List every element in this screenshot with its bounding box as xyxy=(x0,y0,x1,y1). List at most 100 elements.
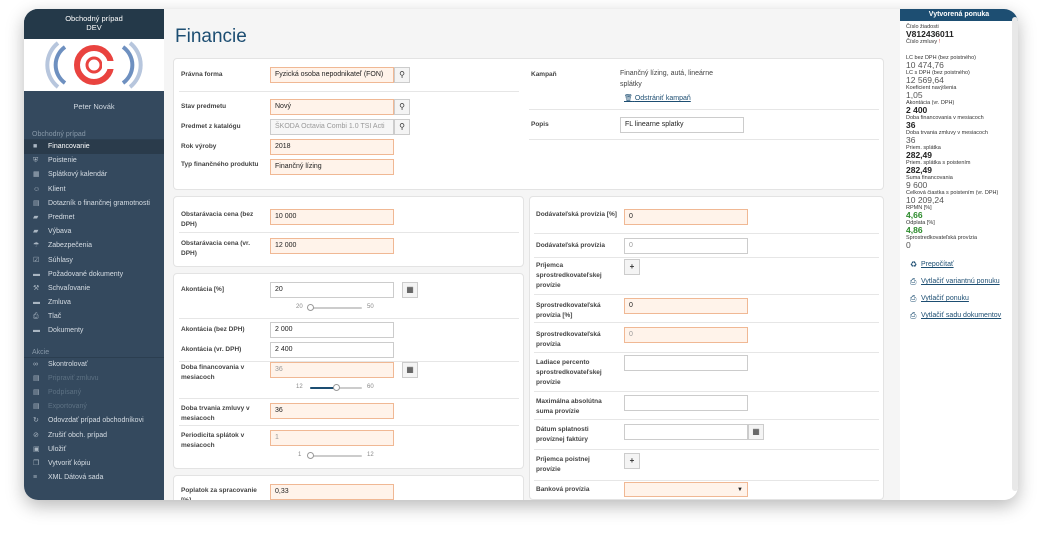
add-insurance-recipient-button[interactable]: + xyxy=(624,453,640,469)
slider-min: 1 xyxy=(298,452,302,458)
financing-period-field[interactable]: 36 xyxy=(270,362,394,378)
supplier-commission-pct-label: Dodávateľská provízia [%] xyxy=(536,211,617,218)
broker-commission-field[interactable]: 0 xyxy=(624,327,748,343)
stat-value: 282,49 xyxy=(906,150,932,160)
sidebar-item[interactable]: ⚒ Schvaľovanie xyxy=(24,282,164,296)
sidebar-item[interactable]: ⎙ Tlač xyxy=(24,310,164,324)
legal-form-field[interactable]: Fyzická osoba nepodnikateľ (FON) xyxy=(270,67,394,83)
down-payment-excl-field[interactable]: 2 000 xyxy=(270,322,394,338)
contract-duration-field[interactable]: 36 xyxy=(270,403,394,419)
price-excl-vat-field[interactable]: 10 000 xyxy=(270,209,394,225)
sidebar-item[interactable]: ▰ Predmet xyxy=(24,211,164,225)
sidebar-item[interactable]: ▤ Dotazník o finančnej gramotnosti xyxy=(24,197,164,211)
price-incl-vat-label: Obstarávacia cena (vr. DPH) xyxy=(181,240,251,257)
sidebar: Obchodný prípad DEV Peter Novák Obchodný… xyxy=(24,9,164,500)
sidebar-item[interactable]: ▬ Zmluva xyxy=(24,296,164,310)
broker-recipient-label: Príjemca sprostredkovateľskej provízie xyxy=(536,262,602,289)
remove-campaign-link[interactable]: 🗑 Odstrániť kampaň xyxy=(624,94,691,102)
gavel-icon: ⚒ xyxy=(33,284,40,292)
calculator-icon[interactable]: ▦ xyxy=(402,362,418,378)
sidebar-item[interactable]: ▬ Dokumenty xyxy=(24,324,164,338)
sidebar-action[interactable]: ∞ Skontrolovať xyxy=(24,358,164,372)
offer-action-link[interactable]: ♻ Prepočítať xyxy=(900,256,1018,273)
slider-min: 12 xyxy=(296,384,303,390)
offer-action-link[interactable]: ⎙ Vytlačiť variantnú ponuku xyxy=(900,273,1018,290)
offer-action-link[interactable]: ⎙ Vytlačiť ponuku xyxy=(900,290,1018,307)
financing-period-label: Doba financovania v mesiacoch xyxy=(181,364,245,381)
commission-panel: Dodávateľská provízia [%] 0 Dodávateľská… xyxy=(529,196,884,500)
sidebar-action-label: Exportovaný xyxy=(48,403,87,411)
search-icon[interactable]: ⚲ xyxy=(394,67,410,83)
periodicity-slider[interactable] xyxy=(307,452,362,459)
stat-value: 282,49 xyxy=(906,165,932,175)
sidebar-item-label: Dotazník o finančnej gramotnosti xyxy=(48,199,150,207)
calculator-icon[interactable]: ▦ xyxy=(402,282,418,298)
product-panel: Právna forma Fyzická osoba nepodnikateľ … xyxy=(173,58,884,190)
sidebar-action-label: Pripraviť zmluvu xyxy=(48,374,99,382)
search-icon[interactable]: ⚲ xyxy=(394,99,410,115)
sidebar-action[interactable]: ▤ Exportovaný xyxy=(24,400,164,414)
sidebar-item-label: Splátkový kalendár xyxy=(48,171,108,179)
calendar-icon[interactable]: ▦ xyxy=(748,424,764,440)
add-broker-button[interactable]: + xyxy=(624,259,640,275)
sidebar-action[interactable]: ≡ XML Dátová sada xyxy=(24,471,164,485)
financing-period-slider[interactable] xyxy=(310,384,362,391)
product-type-field[interactable]: Finančný lízing xyxy=(270,159,394,175)
sidebar-action[interactable]: ▣ Uložiť xyxy=(24,443,164,457)
sidebar-item[interactable]: ☂ Zabezpečenia xyxy=(24,239,164,253)
down-payment-panel: Akontácia [%] 20 ▦ 20 50 Akontácia (bez … xyxy=(173,273,524,469)
divider xyxy=(179,398,519,399)
slider-min: 20 xyxy=(296,304,303,310)
bank-commission-select[interactable]: ▼ xyxy=(624,482,748,497)
price-incl-vat-field[interactable]: 12 000 xyxy=(270,238,394,254)
sidebar-action[interactable]: ⊘ Zrušiť obch. prípad xyxy=(24,429,164,443)
tuning-pct-field[interactable] xyxy=(624,355,748,371)
offer-action-label: Vytlačiť sadu dokumentov xyxy=(921,312,1002,319)
request-number: V812436011 xyxy=(906,29,954,39)
sidebar-item[interactable]: ▦ Splátkový kalendár xyxy=(24,168,164,182)
offer-action-link[interactable]: ⎙ Vytlačiť sadu dokumentov xyxy=(900,307,1018,324)
scrollbar[interactable] xyxy=(1012,17,1018,491)
sidebar-action[interactable]: ▤ Pripraviť zmluvu xyxy=(24,372,164,386)
year-field[interactable]: 2018 xyxy=(270,139,394,155)
offer-actions: ♻ Prepočítať ⎙ Vytlačiť variantnú ponuku ⎙ Vy… xyxy=(900,256,1018,324)
folder-icon: ▬ xyxy=(33,270,40,278)
supplier-commission-field[interactable]: 0 xyxy=(624,238,748,254)
search-icon[interactable]: ⚲ xyxy=(394,119,410,135)
catalog-field[interactable]: ŠKODA Octavia Combi 1.0 TSI Acti xyxy=(270,119,394,135)
shield-icon: ⛨ xyxy=(33,157,39,165)
fee-field[interactable]: 0,33 xyxy=(270,484,394,500)
section-heading-actions: Akcie xyxy=(24,343,164,358)
down-payment-pct-label: Akontácia [%] xyxy=(181,286,224,293)
sidebar-action[interactable]: ▤ Podpísaný xyxy=(24,386,164,400)
offer-action-label: Vytlačiť variantnú ponuku xyxy=(921,278,1000,285)
sidebar-item[interactable]: ⛨ Poistenie xyxy=(24,154,164,168)
fee-label: Poplatok za spracovanie [%] xyxy=(181,487,257,500)
sidebar-action[interactable]: ↻ Odovzdať prípad obchodníkovi xyxy=(24,414,164,428)
sidebar-action[interactable]: ❐ Vytvoriť kópiu xyxy=(24,457,164,471)
app-window: Obchodný prípad DEV Peter Novák Obchodný… xyxy=(24,9,1018,500)
broker-commission-pct-field[interactable]: 0 xyxy=(624,298,748,314)
sidebar-item[interactable]: ☺ Klient xyxy=(24,183,164,197)
divider xyxy=(534,352,879,353)
due-date-field[interactable] xyxy=(624,424,748,440)
sidebar-item[interactable]: ▰ Výbava xyxy=(24,225,164,239)
down-payment-slider[interactable] xyxy=(307,304,362,311)
glasses-icon: ∞ xyxy=(33,360,38,368)
max-commission-field[interactable] xyxy=(624,395,748,411)
condition-field[interactable]: Nový xyxy=(270,99,394,115)
down-payment-incl-field[interactable]: 2 400 xyxy=(270,342,394,358)
sidebar-item[interactable]: ▬ Požadované dokumenty xyxy=(24,268,164,282)
stat-value: 2 400 xyxy=(906,105,928,115)
down-payment-pct-field[interactable]: 20 xyxy=(270,282,394,298)
supplier-commission-pct-field[interactable]: 0 xyxy=(624,209,748,225)
save-icon: ▣ xyxy=(33,445,40,453)
sidebar-item[interactable]: ☑ Súhlasy xyxy=(24,254,164,268)
description-field[interactable]: FL linearne splatky xyxy=(620,117,744,133)
calendar-icon: ▦ xyxy=(33,171,40,179)
sidebar-action-label: Uložiť xyxy=(48,445,67,453)
folder-icon: ▬ xyxy=(33,327,40,335)
sidebar-action-label: Podpísaný xyxy=(48,389,82,396)
periodicity-field[interactable]: 1 xyxy=(270,430,394,446)
sidebar-item[interactable]: ■ Financovanie xyxy=(24,140,164,155)
